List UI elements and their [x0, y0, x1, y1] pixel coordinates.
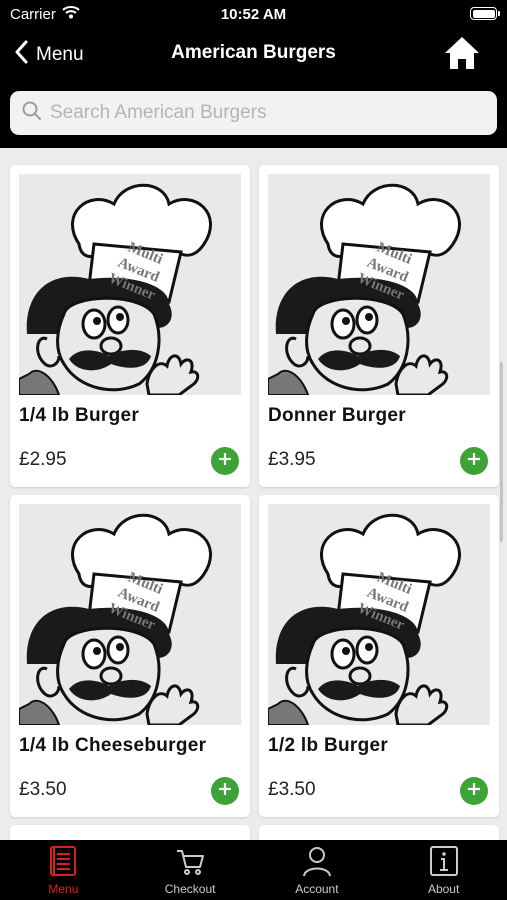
product-card[interactable]: MultiAwardWinner 1/4 lb Burger £2.95 [10, 165, 250, 487]
product-price: £3.95 [268, 449, 316, 470]
product-price: £2.95 [19, 449, 67, 470]
product-price: £3.50 [19, 779, 67, 800]
home-button[interactable] [443, 35, 481, 76]
page-title: American Burgers [171, 42, 336, 63]
product-card[interactable]: MultiAwardWinner 1/4 lb Cheeseburger £3.… [10, 495, 250, 817]
plus-icon [466, 451, 482, 472]
product-image: MultiAwardWinner [19, 504, 241, 725]
plus-icon [466, 781, 482, 802]
tab-label: Account [295, 882, 339, 896]
plus-icon [217, 781, 233, 802]
product-card-partial[interactable] [259, 825, 499, 840]
top-bar: Carrier 10:52 AM Menu American Burgers [0, 0, 507, 148]
tab-checkout[interactable]: Checkout [127, 840, 254, 900]
home-icon [443, 37, 481, 75]
product-card-partial[interactable] [10, 825, 250, 840]
search-bar[interactable] [10, 91, 497, 135]
tab-menu[interactable]: Menu [0, 840, 127, 900]
product-name: Donner Burger [268, 405, 406, 426]
cart-icon [175, 845, 205, 882]
tab-label: Menu [48, 882, 79, 896]
add-to-cart-button[interactable] [460, 447, 488, 475]
product-grid[interactable]: MultiAwardWinner 1/4 lb Burger £2.95 Mul… [0, 148, 507, 840]
info-icon [429, 845, 459, 882]
tab-label: About [427, 882, 460, 896]
tab-about[interactable]: About [380, 840, 507, 900]
product-card[interactable]: MultiAwardWinner Donner Burger £3.95 [259, 165, 499, 487]
add-to-cart-button[interactable] [211, 447, 239, 475]
tab-label: Checkout [164, 882, 216, 896]
search-icon [22, 101, 42, 126]
status-bar: Carrier 10:52 AM [0, 0, 507, 30]
product-name: 1/2 lb Burger [268, 735, 389, 756]
add-to-cart-button[interactable] [460, 777, 488, 805]
tab-bar: Menu Checkout Account About [0, 840, 507, 900]
product-price: £3.50 [268, 779, 316, 800]
status-time: 10:52 AM [220, 6, 287, 23]
product-name: 1/4 lb Cheeseburger [19, 735, 207, 756]
plus-icon [217, 451, 233, 472]
add-to-cart-button[interactable] [211, 777, 239, 805]
scrollbar[interactable] [500, 362, 503, 542]
tab-account[interactable]: Account [254, 840, 381, 900]
navigation-bar: Menu American Burgers [0, 30, 507, 82]
battery-icon [470, 7, 500, 20]
product-image: MultiAwardWinner [268, 174, 490, 395]
product-image: MultiAwardWinner [268, 504, 490, 725]
product-card[interactable]: MultiAwardWinner 1/2 lb Burger £3.50 [259, 495, 499, 817]
product-image: MultiAwardWinner [19, 174, 241, 395]
product-name: 1/4 lb Burger [19, 405, 140, 426]
menu-book-icon [48, 845, 78, 882]
user-icon [302, 845, 332, 882]
search-input[interactable] [50, 102, 480, 124]
